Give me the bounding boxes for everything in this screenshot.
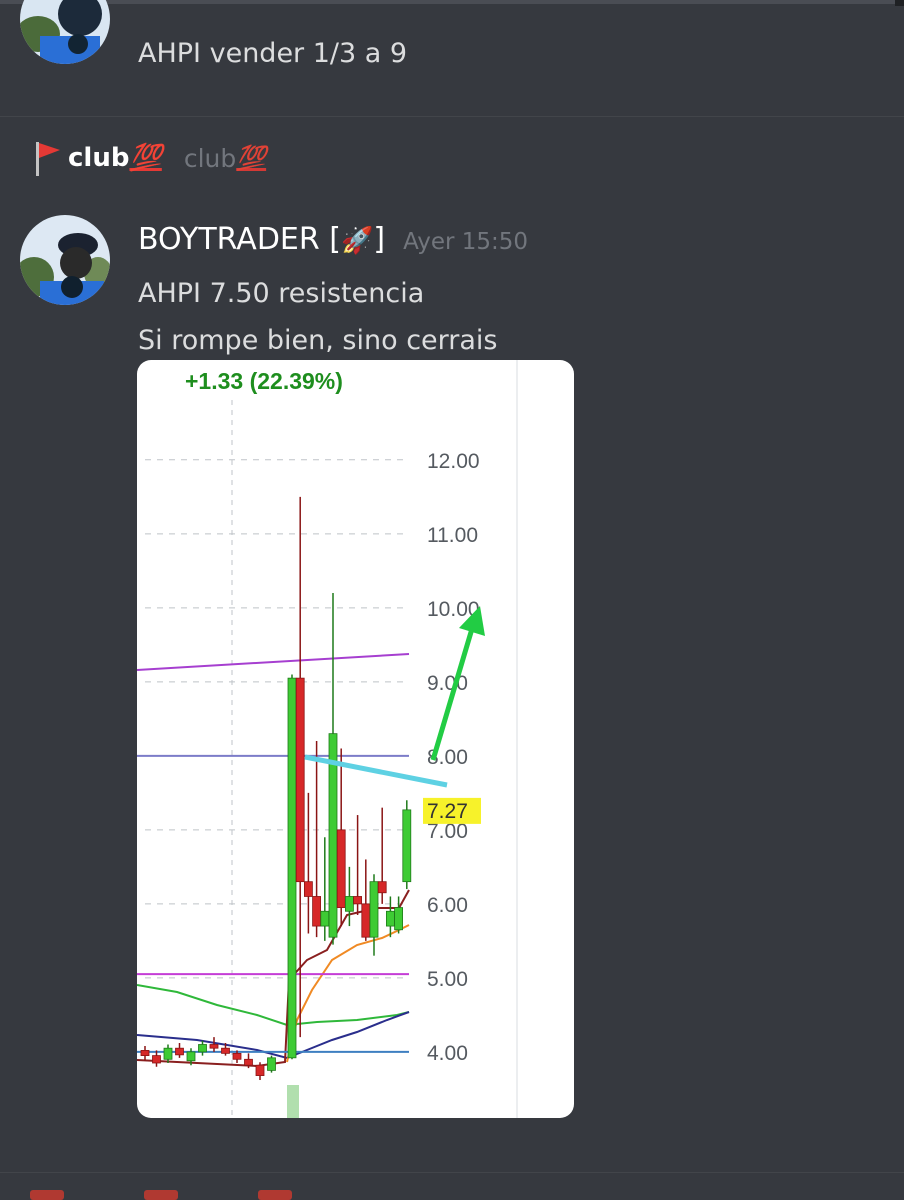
candle-body <box>186 1051 196 1062</box>
avatar-image <box>20 0 110 64</box>
hundred-points-icon: 💯 <box>129 143 162 173</box>
last-price-label: 7.27 <box>427 800 468 823</box>
candle-body <box>377 881 387 894</box>
candle-body <box>287 677 297 1059</box>
price-change-label: +1.33 (22.39%) <box>185 368 343 394</box>
message-timestamp: Ayer 15:50 <box>403 229 529 255</box>
message-line-2: Si rompe bien, sino cerrais <box>138 325 498 356</box>
candle-body <box>385 910 395 927</box>
candle-body <box>303 881 313 897</box>
candle-body <box>140 1050 150 1056</box>
chart-attachment[interactable]: 12.00 11.00 10.00 9.00 8.00 7.00 6.00 5.00 4.00 7… <box>137 360 574 1118</box>
candle-body <box>244 1058 253 1066</box>
server-alt-name: club <box>183 143 237 173</box>
author-name-end: ] <box>373 222 386 257</box>
peek-fragment <box>30 1190 64 1200</box>
server-header[interactable]: club 💯 club 💯 <box>30 140 266 176</box>
y-tick-label: 5.00 <box>427 968 468 991</box>
candle-body <box>361 903 371 938</box>
candle-body <box>232 1052 242 1060</box>
rocket-icon: 🚀 <box>340 226 374 256</box>
candle-body <box>198 1044 207 1053</box>
candle-body <box>209 1044 219 1049</box>
candle-body <box>344 896 354 912</box>
candle-body <box>152 1055 161 1064</box>
candle-body <box>255 1064 265 1076</box>
candle-body <box>336 829 346 908</box>
message-divider-bottom <box>0 1172 904 1173</box>
candle-body <box>267 1057 276 1071</box>
y-tick-label: 6.00 <box>427 894 468 917</box>
avatar-author[interactable] <box>20 215 110 305</box>
resistance-line-purple <box>137 653 410 671</box>
candle-body <box>221 1047 230 1054</box>
top-bar-edge <box>895 0 904 6</box>
candle-body <box>320 910 330 927</box>
y-tick-label: 9.00 <box>427 672 468 695</box>
next-message-peek <box>30 1190 292 1200</box>
prev-message-text: AHPI vender 1/3 a 9 <box>138 38 408 69</box>
candle-body <box>402 809 412 883</box>
moving-average-green <box>137 984 410 1027</box>
red-flag-icon <box>36 142 60 176</box>
candle-body <box>369 881 379 938</box>
message-divider <box>0 116 904 117</box>
avatar-image <box>20 215 110 305</box>
candle-body <box>163 1047 173 1060</box>
y-tick-label: 11.00 <box>427 524 478 547</box>
candle-body <box>295 677 305 883</box>
candle-body <box>353 896 363 905</box>
server-name: club <box>68 143 130 173</box>
candle-body <box>394 907 404 931</box>
candlestick-chart: 12.0011.0010.009.008.007.006.005.004.007… <box>137 360 518 1118</box>
moving-average-orange <box>286 924 410 1063</box>
top-bar <box>0 0 904 4</box>
peek-fragment <box>144 1190 178 1200</box>
message-header: BOYTRADER [ 🚀 ] Ayer 15:50 <box>138 222 528 257</box>
message-line-1: AHPI 7.50 resistencia <box>138 278 425 309</box>
candle-body <box>175 1047 184 1056</box>
trend-line <box>304 754 448 788</box>
candle-body <box>312 896 322 927</box>
y-tick-label: 12.00 <box>427 450 480 473</box>
peek-fragment <box>258 1190 292 1200</box>
avatar-prev[interactable] <box>20 0 110 64</box>
hundred-points-icon-alt: 💯 <box>236 144 267 172</box>
volume-bar <box>287 1085 299 1118</box>
y-tick-label: 4.00 <box>427 1042 468 1065</box>
author-name[interactable]: BOYTRADER [ <box>138 222 341 257</box>
